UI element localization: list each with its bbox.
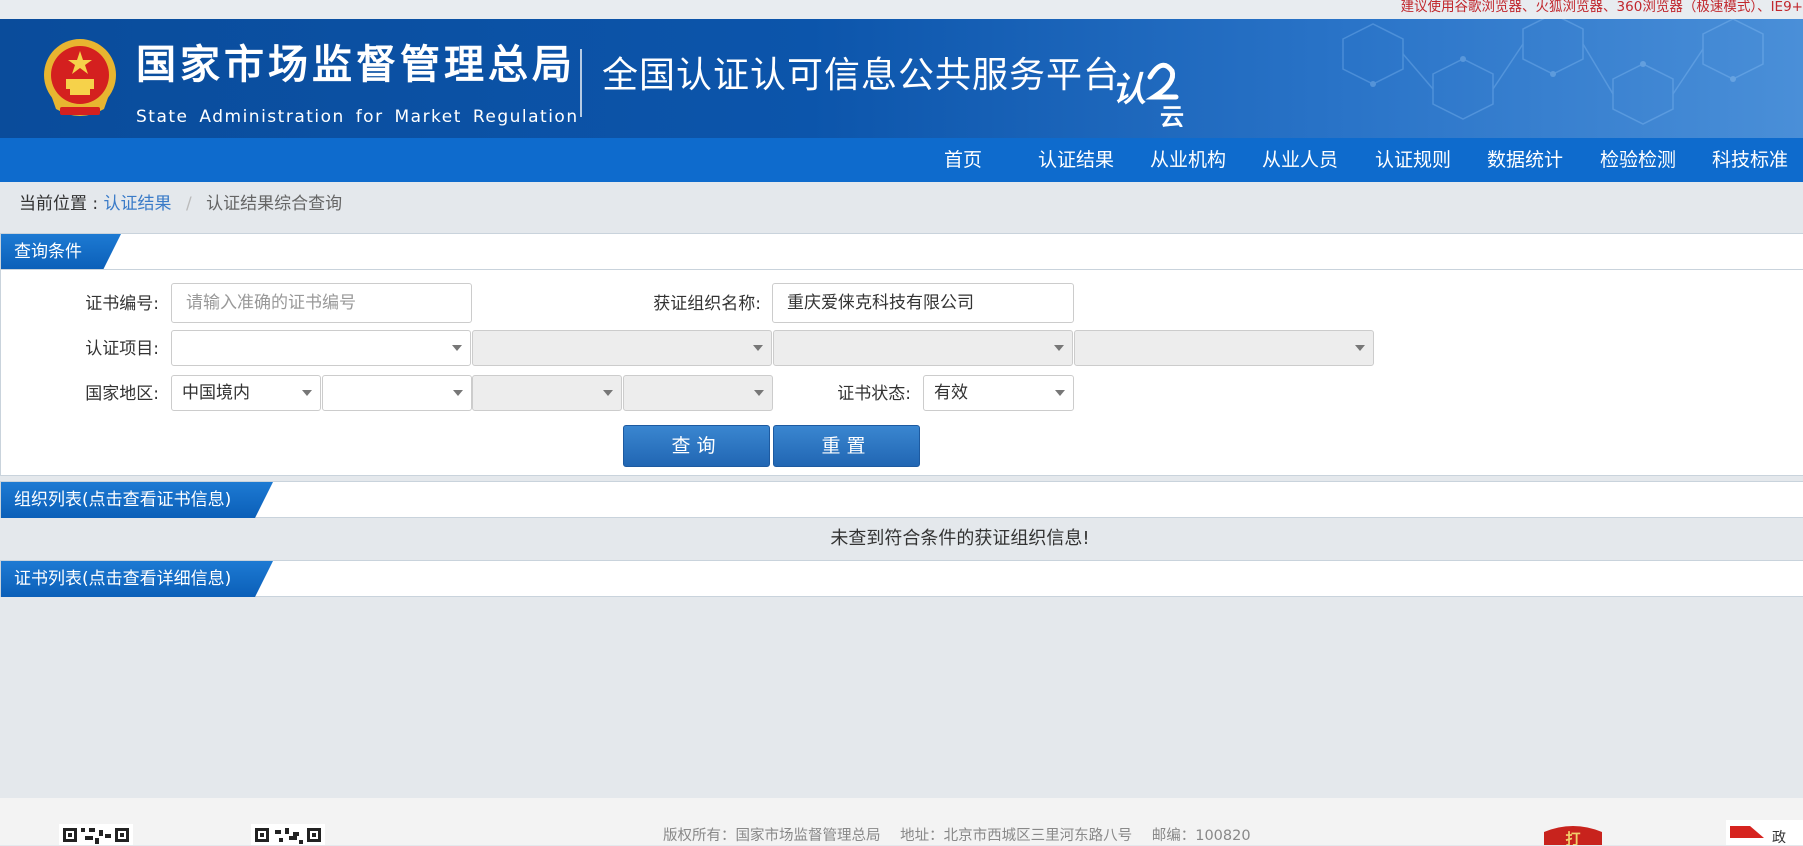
footer-copyright-owner: 版权所有：国家市场监督管理总局: [663, 828, 881, 844]
query-panel: 查询条件 证书编号: 请输入准确的证书编号 获证组织名称: 重庆爱俫克科技有限公…: [0, 233, 1803, 476]
nav-item-cert-rules[interactable]: 认证规则: [1375, 138, 1451, 182]
nav-item-home[interactable]: 首页: [944, 138, 982, 182]
hexagon-pattern-decoration: [1342, 19, 1764, 125]
cert-no-label: 证书编号:: [85, 294, 159, 314]
cert-cloud-logo: 认 云: [1112, 62, 1184, 127]
org-list-panel: 组织列表(点击查看证书信息): [0, 481, 1803, 518]
chevron-down-icon: [754, 390, 764, 396]
agency-name-en: State Administration for Market Regulati…: [136, 107, 579, 127]
site-footer: 版权所有：国家市场监督管理总局 地址：北京市西城区三里河东路八号 邮编：1008…: [0, 798, 1803, 845]
nav-item-institutions[interactable]: 从业机构: [1150, 138, 1226, 182]
browser-notice: 建议使用谷歌浏览器、火狐浏览器、360浏览器（极速模式）、IE9+: [0, 0, 1803, 19]
cloud-logo-char-1: 认: [1112, 70, 1146, 110]
org-name-label: 获证组织名称:: [653, 294, 761, 314]
chevron-down-icon: [753, 345, 763, 351]
partner-char: 政: [1772, 830, 1786, 845]
cert-project-select-1[interactable]: [171, 330, 471, 366]
region-select-country[interactable]: 中国境内: [171, 375, 321, 411]
government-seal-icon[interactable]: 打: [1540, 824, 1606, 845]
cert-status-label: 证书状态:: [837, 384, 911, 404]
chevron-down-icon: [1055, 390, 1065, 396]
query-panel-title: 查询条件: [1, 234, 121, 270]
region-select-city[interactable]: [472, 375, 622, 411]
chevron-down-icon: [1355, 345, 1365, 351]
cert-status-select[interactable]: 有效: [923, 375, 1074, 411]
main-nav: 首页 认证结果 从业机构 从业人员 认证规则 数据统计 检验检测 科技标准: [0, 138, 1803, 182]
region-select-district[interactable]: [623, 375, 773, 411]
cert-project-select-4[interactable]: [1074, 330, 1374, 366]
footer-copyright: 版权所有：国家市场监督管理总局 地址：北京市西城区三里河东路八号 邮编：1008…: [663, 826, 1266, 846]
cert-list-title[interactable]: 证书列表(点击查看详细信息): [1, 561, 273, 597]
cert-status-value: 有效: [934, 383, 968, 403]
nav-item-standards[interactable]: 科技标准: [1712, 138, 1788, 182]
cert-list-panel: 证书列表(点击查看详细信息): [0, 560, 1803, 597]
search-button[interactable]: 查询: [623, 425, 770, 467]
breadcrumb-current: 认证结果综合查询: [206, 194, 343, 214]
org-list-title[interactable]: 组织列表(点击查看证书信息): [1, 482, 273, 518]
national-emblem-icon: [44, 39, 116, 116]
nav-item-personnel[interactable]: 从业人员: [1262, 138, 1338, 182]
reset-button[interactable]: 重置: [773, 425, 920, 467]
region-label: 国家地区:: [85, 384, 159, 404]
chevron-down-icon: [302, 390, 312, 396]
breadcrumb-separator: /: [185, 194, 192, 214]
header-divider: [580, 49, 582, 117]
site-header: 国家市场监督管理总局 State Administration for Mark…: [0, 19, 1803, 138]
nav-item-inspection[interactable]: 检验检测: [1600, 138, 1676, 182]
panel-title-rule: [1, 269, 1803, 270]
cert-project-select-3[interactable]: [773, 330, 1073, 366]
cert-project-label: 认证项目:: [85, 339, 159, 359]
breadcrumb-prefix: 当前位置 :: [19, 194, 99, 214]
breadcrumb: 当前位置 : 认证结果 / 认证结果综合查询: [19, 192, 342, 216]
cert-no-input[interactable]: 请输入准确的证书编号: [171, 283, 472, 323]
region-select-value: 中国境内: [182, 383, 250, 403]
nav-item-cert-results[interactable]: 认证结果: [1038, 138, 1114, 182]
footer-postcode: 邮编：100820: [1151, 828, 1251, 844]
cert-project-select-2[interactable]: [472, 330, 772, 366]
breadcrumb-link-cert-results[interactable]: 认证结果: [104, 194, 172, 214]
footer-address: 地址：北京市西城区三里河东路八号: [900, 828, 1133, 844]
chevron-down-icon: [452, 345, 462, 351]
cloud-logo-char-2: 云: [1160, 103, 1184, 127]
gov-error-report-badge-icon[interactable]: 政: [1726, 820, 1803, 845]
nav-item-statistics[interactable]: 数据统计: [1487, 138, 1563, 182]
chevron-down-icon: [603, 390, 613, 396]
chevron-down-icon: [1054, 345, 1064, 351]
org-name-input[interactable]: 重庆爱俫克科技有限公司: [772, 283, 1074, 323]
agency-name-cn: 国家市场监督管理总局: [136, 42, 576, 88]
chevron-down-icon: [453, 390, 463, 396]
region-select-province[interactable]: [322, 375, 472, 411]
qr-code-icon: [251, 824, 325, 845]
platform-title: 全国认证认可信息公共服务平台: [602, 55, 1121, 96]
seal-char: 打: [1565, 830, 1580, 845]
org-list-empty-message: 未查到符合条件的获证组织信息!: [830, 528, 1090, 549]
qr-code-icon: [59, 824, 133, 845]
